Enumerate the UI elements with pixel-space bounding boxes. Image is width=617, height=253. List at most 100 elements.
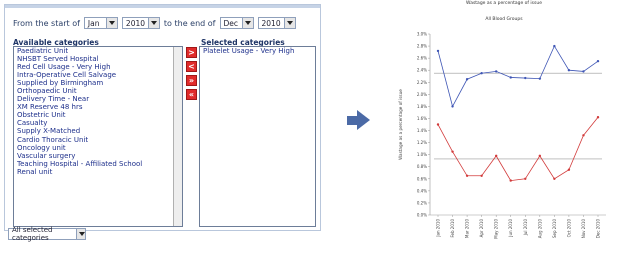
chart-svg: Wastage as a percentage of issue All Bloo… — [398, 0, 606, 239]
y-tick-label: 0.0% — [417, 213, 427, 218]
y-tick-label: 3.0% — [417, 32, 427, 37]
x-tick-label: May 2010 — [494, 219, 499, 239]
list-item[interactable]: Renal unit — [14, 168, 182, 176]
x-tick-label: Dec 2010 — [596, 219, 601, 239]
list-item[interactable]: NHSBT Served Hospital — [14, 55, 182, 63]
data-point — [436, 49, 440, 53]
start-year-select[interactable]: 2010 — [121, 17, 160, 29]
chart-subtitle: All Blood Groups — [485, 16, 523, 22]
end-month-select[interactable]: Dec — [219, 17, 254, 29]
category-filter-value: All selected categories — [12, 226, 53, 242]
list-item[interactable]: Platelet Usage - Very High — [200, 47, 315, 55]
data-point — [480, 174, 483, 177]
data-point — [494, 154, 498, 158]
available-items: Paediatric Unit NHSBT Served Hospital Red … — [14, 47, 182, 176]
date-range-prefix: From the start of — [13, 18, 80, 28]
x-tick-label: Oct 2010 — [566, 219, 571, 238]
selected-items: Platelet Usage - Very High — [200, 47, 315, 55]
data-point — [553, 177, 556, 180]
x-tick-label: Nov 2010 — [581, 219, 586, 239]
data-point — [596, 59, 600, 63]
remove-all-button[interactable]: « — [186, 89, 197, 100]
list-item[interactable]: Casualty — [14, 119, 182, 127]
y-axis-label: Wastage as a percentage of issue — [398, 89, 403, 160]
start-year-value: 2010 — [125, 18, 146, 28]
start-month-select[interactable]: Jan — [83, 17, 118, 29]
list-item[interactable]: Intra-Operative Cell Salvage — [14, 71, 182, 79]
y-tick-label: 1.4% — [417, 128, 427, 133]
panel-top-band — [5, 5, 320, 8]
list-item[interactable]: Vascular surgery — [14, 152, 182, 160]
data-point — [509, 179, 512, 182]
x-tick-label: Sep 2010 — [552, 219, 557, 238]
x-tick-label: Apr 2010 — [479, 219, 484, 238]
y-tick-label: 0.6% — [417, 176, 427, 181]
y-tick-label: 1.2% — [417, 140, 427, 145]
arrow-right-icon — [357, 110, 370, 130]
series-line — [437, 117, 599, 182]
y-tick-label: 2.8% — [417, 44, 427, 49]
data-point — [465, 174, 469, 177]
y-tick-label: 1.0% — [417, 152, 427, 157]
data-point — [451, 105, 454, 108]
start-month-value: Jan — [87, 18, 100, 28]
data-point — [451, 150, 454, 153]
available-categories-list[interactable]: Paediatric Unit NHSBT Served Hospital Red … — [13, 46, 183, 227]
data-point — [538, 154, 542, 158]
data-point — [567, 69, 571, 72]
category-selector-panel: From the start of Jan 2010 to the end of… — [4, 4, 321, 231]
selected-categories-list[interactable]: Platelet Usage - Very High — [199, 46, 316, 227]
list-item[interactable]: Cardio Thoracic Unit — [14, 136, 182, 144]
data-point — [465, 78, 469, 81]
end-year-select[interactable]: 2010 — [257, 17, 296, 29]
y-tick-label: 2.6% — [417, 56, 427, 61]
date-range-row: From the start of Jan 2010 to the end of… — [13, 15, 296, 31]
chevron-down-icon — [75, 229, 85, 239]
y-tick-label: 0.8% — [417, 164, 427, 169]
y-tick-label: 2.2% — [417, 80, 427, 85]
series-line — [437, 45, 599, 108]
list-item[interactable]: XM Reserve 48 hrs — [14, 103, 182, 111]
y-tick-label: 2.4% — [417, 68, 427, 73]
chevron-down-icon — [105, 18, 117, 28]
data-point — [553, 44, 556, 48]
list-item[interactable]: Red Cell Usage - Very High — [14, 63, 182, 71]
available-list-scrollbar[interactable] — [173, 47, 182, 226]
data-point — [480, 72, 483, 75]
x-tick-label: Feb 2010 — [450, 219, 455, 238]
data-point — [538, 77, 542, 80]
list-item[interactable]: Paediatric Unit — [14, 47, 182, 55]
data-point — [524, 76, 527, 80]
wastage-chart: Wastage as a percentage of issue All Bloo… — [392, 0, 617, 249]
data-point — [509, 76, 512, 79]
add-button[interactable]: > — [186, 47, 197, 58]
x-tick-label: Jun 2010 — [508, 219, 513, 238]
data-point — [582, 134, 585, 137]
x-tick-label: Mar 2010 — [465, 219, 470, 238]
data-point — [524, 177, 527, 180]
chevron-down-icon — [147, 18, 159, 28]
list-item[interactable]: Teaching Hospital - Affiliated School — [14, 160, 182, 168]
list-item[interactable]: Obstetric Unit — [14, 111, 182, 119]
chart-title: Wastage as a percentage of issue — [466, 0, 542, 6]
chevron-down-icon — [283, 18, 295, 28]
date-range-middle: to the end of — [163, 18, 216, 28]
list-item[interactable]: Supply X-Matched — [14, 127, 182, 135]
list-item[interactable]: Delivery Time - Near — [14, 95, 182, 103]
y-tick-label: 1.6% — [417, 116, 427, 121]
x-tick-label: Jul 2010 — [523, 219, 528, 237]
data-point — [567, 168, 571, 171]
y-tick-label: 0.4% — [417, 188, 427, 193]
y-tick-label: 2.0% — [417, 92, 427, 97]
data-point — [596, 116, 600, 119]
end-month-value: Dec — [223, 18, 239, 28]
list-item[interactable]: Orthopaedic Unit — [14, 87, 182, 95]
chevron-down-icon — [241, 18, 253, 28]
list-item[interactable]: Oncology unit — [14, 144, 182, 152]
category-filter-select[interactable]: All selected categories — [8, 226, 86, 242]
list-item[interactable]: Supplied by Birmingham — [14, 79, 182, 87]
remove-button[interactable]: < — [186, 61, 197, 72]
data-point — [582, 70, 585, 73]
add-all-button[interactable]: » — [186, 75, 197, 86]
x-tick-label: Jan 2010 — [436, 219, 441, 238]
